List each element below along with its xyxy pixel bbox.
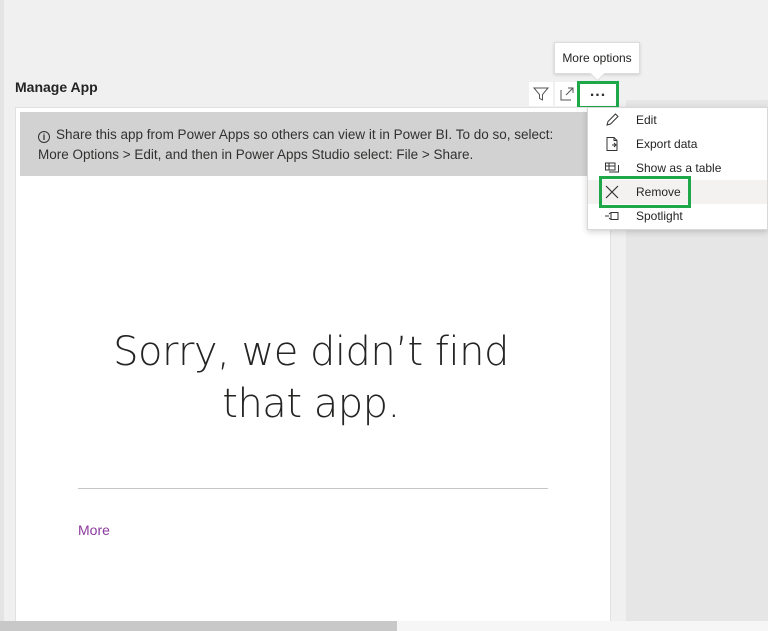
visual-card: i Share this app from Power Apps so other… [15, 107, 611, 631]
table-icon [588, 160, 636, 176]
filter-icon[interactable] [529, 82, 553, 106]
not-found-message: Sorry, we didn’t find that app. [113, 329, 509, 427]
spotlight-icon [588, 210, 636, 222]
export-data-icon [588, 136, 636, 152]
more-options-tooltip: More options [554, 42, 640, 74]
pencil-icon [588, 112, 636, 128]
menu-item-export-data[interactable]: Export data [588, 132, 767, 156]
banner-text: Share this app from Power Apps so others… [38, 127, 554, 162]
menu-item-spotlight[interactable]: Spotlight [588, 204, 767, 228]
divider [78, 488, 548, 489]
menu-item-label: Show as a table [636, 161, 722, 175]
focus-mode-icon[interactable] [555, 82, 579, 106]
more-options-icon: ... [589, 83, 607, 100]
left-edge [0, 0, 4, 631]
more-link[interactable]: More [78, 522, 110, 538]
close-icon [588, 185, 636, 199]
more-options-menu: Edit Export data Show as a table Remove … [587, 107, 768, 230]
scrollbar-thumb[interactable] [0, 621, 397, 631]
visual-title: Manage App [15, 79, 98, 95]
menu-item-show-as-table[interactable]: Show as a table [588, 156, 767, 180]
info-banner: i Share this app from Power Apps so other… [20, 112, 600, 176]
menu-item-label: Spotlight [636, 209, 683, 223]
menu-item-remove[interactable]: Remove [588, 180, 767, 204]
menu-item-label: Edit [636, 113, 657, 127]
menu-item-label: Export data [636, 137, 698, 151]
info-icon: i [38, 131, 50, 143]
more-options-button[interactable]: ... [577, 81, 619, 109]
menu-item-edit[interactable]: Edit [588, 108, 767, 132]
menu-item-label: Remove [636, 185, 681, 199]
